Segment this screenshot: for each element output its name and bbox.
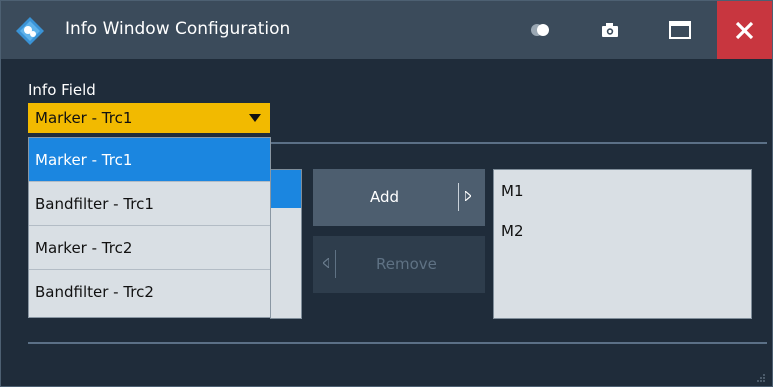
arrow-right-icon [465,191,471,201]
dropdown-option-bandfilter-trc2[interactable]: Bandfilter - Trc2 [29,270,270,314]
resize-grip-icon[interactable] [756,373,766,383]
close-button[interactable] [717,1,772,59]
remove-button-label: Remove [376,255,437,273]
add-button[interactable]: Add [313,169,485,226]
remove-button-separator [335,250,336,278]
arrow-left-icon [323,258,329,268]
toggle-icon[interactable] [525,16,555,44]
info-window-configuration-dialog: Info Window Configuration Info Field Mar… [0,0,773,387]
add-button-separator [458,183,459,211]
camera-icon[interactable] [595,16,625,44]
dropdown-option-label: Marker - Trc2 [35,239,133,257]
dropdown-option-bandfilter-trc1[interactable]: Bandfilter - Trc1 [29,182,270,226]
info-field-label: Info Field [28,81,96,99]
dropdown-option-label: Bandfilter - Trc1 [35,195,154,213]
available-items-list[interactable] [270,169,302,319]
remove-button: Remove [313,236,485,293]
maximize-icon[interactable] [665,16,695,44]
app-logo-icon [16,17,44,45]
list-item[interactable]: M2 [501,222,524,240]
close-icon [735,21,754,40]
title-bar: Info Window Configuration [1,1,772,59]
dropdown-option-label: Marker - Trc1 [35,151,133,169]
available-list-selected-row[interactable] [271,170,301,208]
info-field-dropdown-list: Marker - Trc1 Bandfilter - Trc1 Marker -… [28,137,271,318]
list-item[interactable]: M1 [501,182,524,200]
selected-items-list[interactable]: M1 M2 [493,169,752,319]
combobox-value: Marker - Trc1 [35,109,133,127]
dropdown-option-marker-trc1[interactable]: Marker - Trc1 [29,138,270,182]
info-field-combobox[interactable]: Marker - Trc1 [28,103,270,133]
divider-bottom [28,342,767,344]
add-button-label: Add [370,188,400,206]
window-title: Info Window Configuration [65,19,291,39]
dropdown-option-label: Bandfilter - Trc2 [35,283,154,301]
dropdown-option-marker-trc2[interactable]: Marker - Trc2 [29,226,270,270]
chevron-down-icon [249,114,261,122]
